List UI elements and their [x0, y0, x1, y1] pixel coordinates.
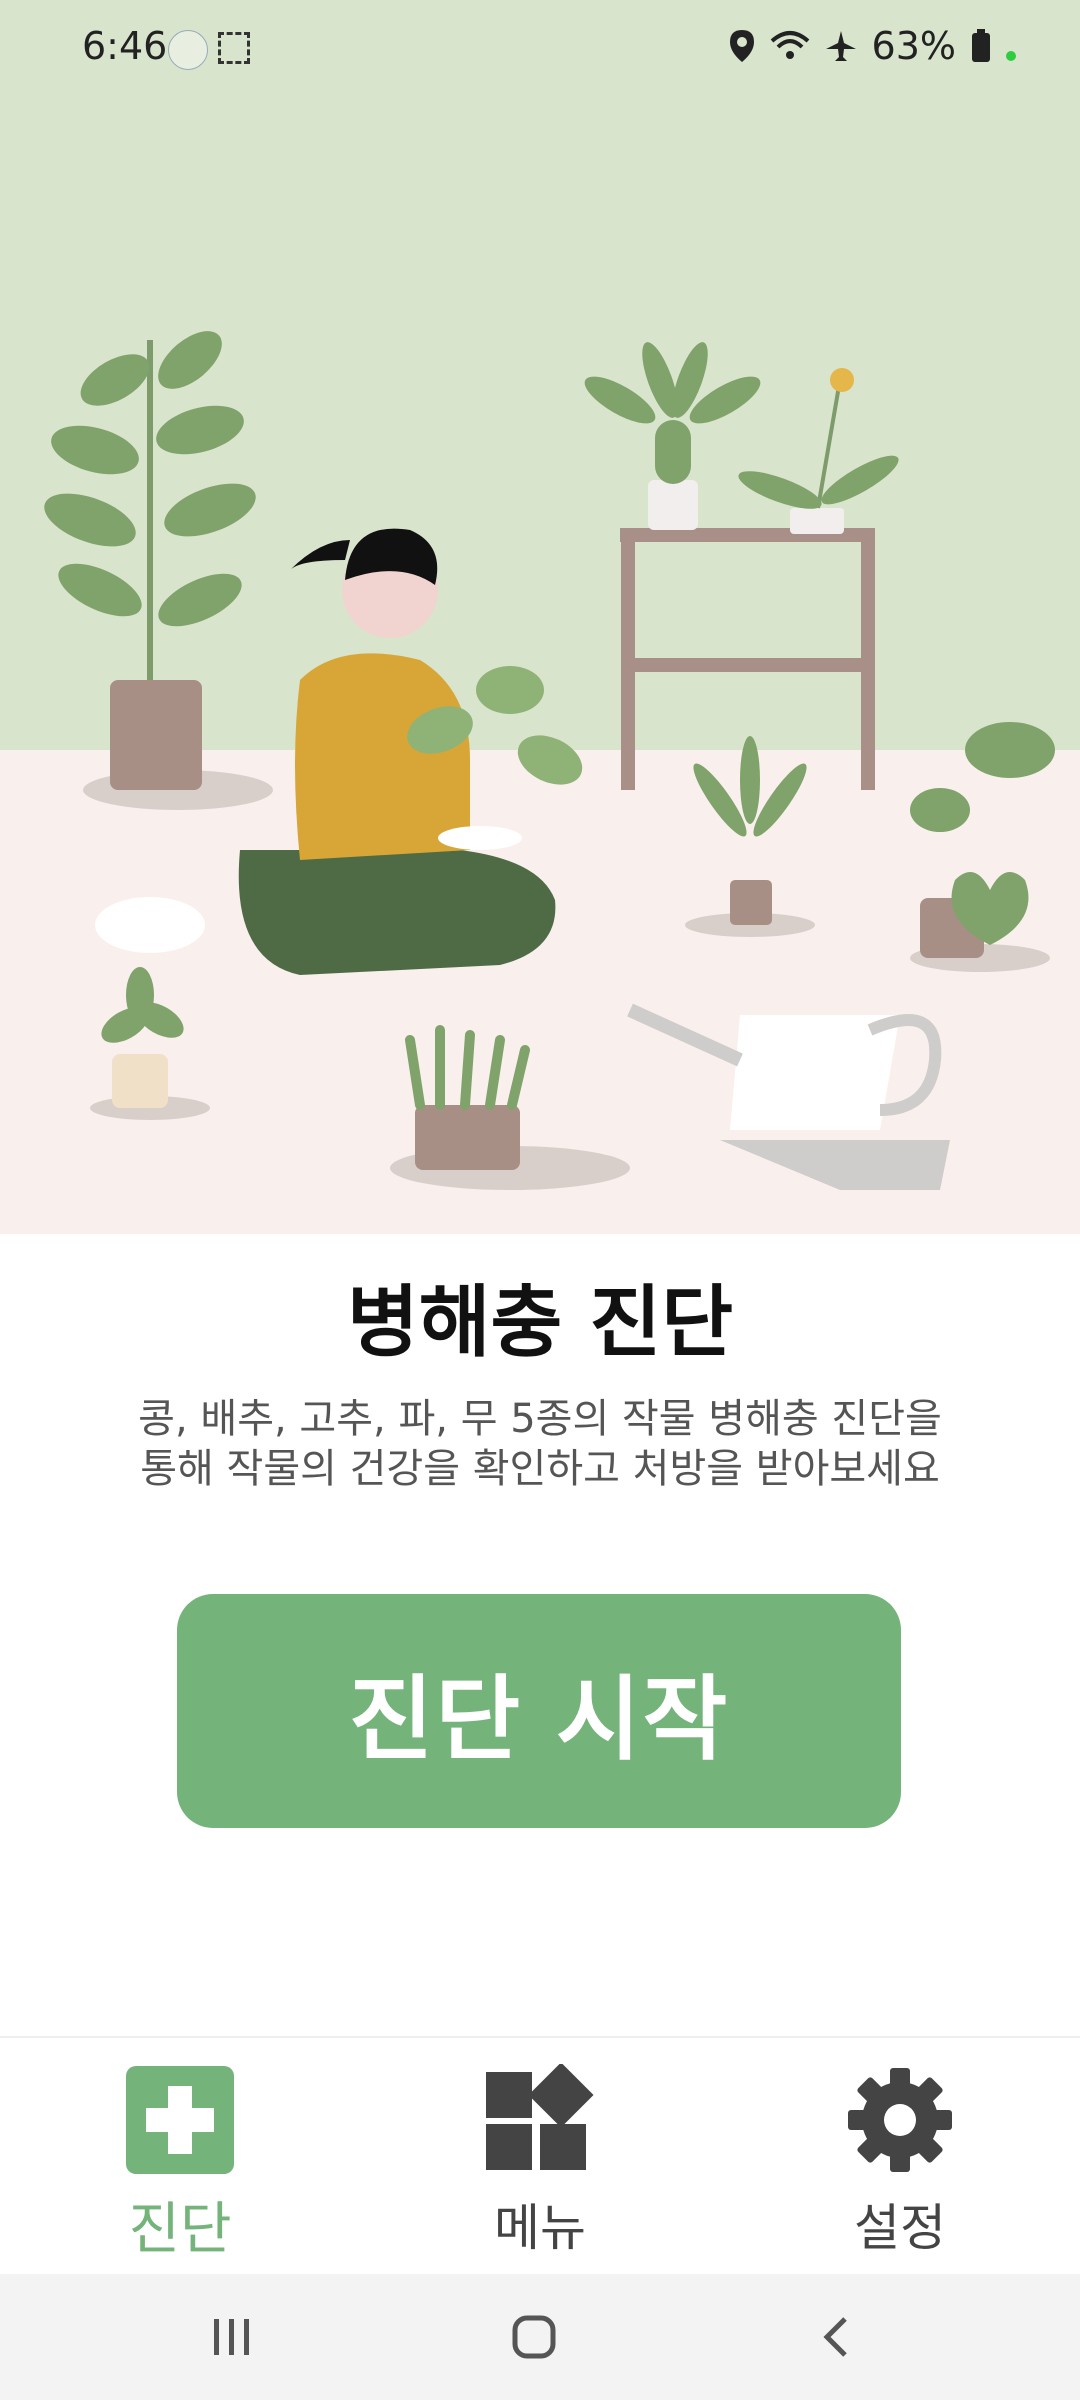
privacy-dot-icon	[1006, 51, 1016, 61]
nav-label-settings: 설정	[854, 2199, 946, 2257]
battery-icon	[972, 29, 990, 62]
hero-illustration	[0, 0, 1080, 1234]
status-time: 6:46	[82, 24, 168, 68]
description-line-1: 콩, 배추, 고추, 파, 무 5종의 작물 병해충 진단을	[138, 1396, 942, 1442]
home-button[interactable]	[434, 2274, 634, 2400]
nav-item-menu[interactable]: 메뉴	[360, 2038, 720, 2276]
location-icon	[729, 30, 754, 62]
status-bar: 6:46 63%	[0, 0, 1080, 100]
back-icon	[823, 2317, 847, 2357]
start-diagnosis-button[interactable]: 진단 시작	[177, 1594, 901, 1828]
menu-grid-icon	[486, 2064, 594, 2170]
bottom-navigation: 진단 메뉴 설정	[0, 2036, 1080, 2276]
back-button[interactable]	[736, 2274, 936, 2400]
gear-icon	[848, 2068, 952, 2172]
home-icon	[512, 2315, 556, 2359]
screenshot-icon	[218, 32, 250, 64]
plus-icon	[126, 2066, 234, 2174]
status-right-group: 63%	[728, 24, 1016, 68]
nav-item-settings[interactable]: 설정	[720, 2038, 1080, 2276]
system-navigation-bar	[0, 2274, 1080, 2400]
battery-percent: 63%	[871, 24, 956, 68]
page-title: 병해충 진단	[347, 1278, 733, 1368]
recent-apps-button[interactable]	[132, 2274, 332, 2400]
nav-label-menu: 메뉴	[494, 2199, 586, 2257]
nav-label-diagnosis: 진단	[128, 2197, 232, 2262]
wifi-icon	[770, 31, 809, 59]
description-line-2: 통해 작물의 건강을 확인하고 처방을 받아보세요	[140, 1446, 940, 1492]
app-notification-icon	[168, 30, 208, 70]
recent-apps-icon	[214, 2319, 249, 2355]
page-description: 콩, 배추, 고추, 파, 무 5종의 작물 병해충 진단을 통해 작물의 건강…	[80, 1394, 1000, 1494]
nav-item-diagnosis[interactable]: 진단	[0, 2038, 360, 2276]
airplane-icon	[825, 31, 856, 61]
